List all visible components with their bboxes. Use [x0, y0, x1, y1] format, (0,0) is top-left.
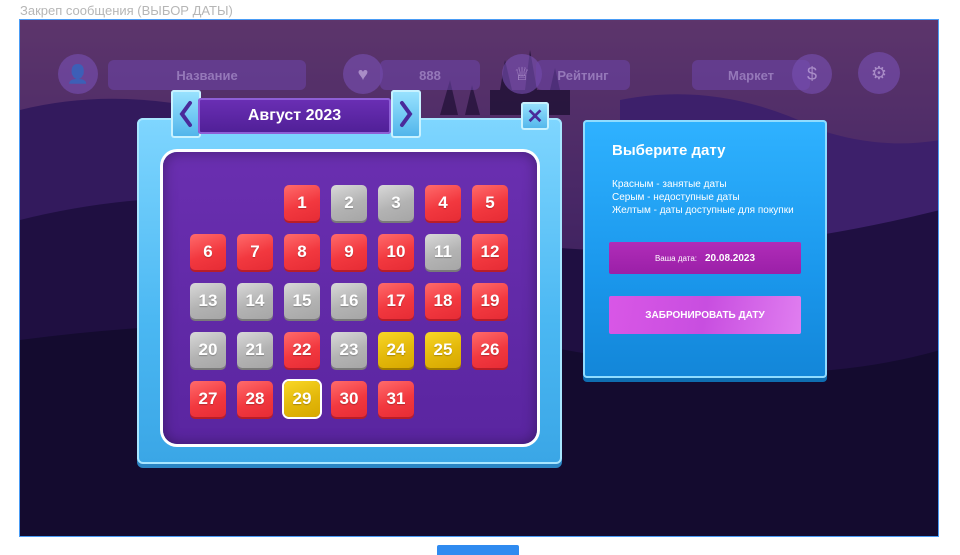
close-button[interactable]: ✕: [521, 102, 549, 130]
book-date-button[interactable]: ЗАБРОНИРОВАТЬ ДАТУ: [609, 296, 801, 334]
calendar-grid: 1 2 3 4 5 6 7 8 9 10 11 12 13 14 15 16 17 18 19 20 21 22 23 24 2…: [163, 152, 537, 444]
next-month-button[interactable]: [391, 90, 421, 138]
calendar-day[interactable]: 14: [237, 283, 273, 319]
calendar-day[interactable]: 24: [378, 332, 414, 368]
calendar-panel: 1 2 3 4 5 6 7 8 9 10 11 12 13 14 15 16 17 18 19 20 21 22 23 24 2…: [137, 118, 562, 464]
calendar-day[interactable]: 10: [378, 234, 414, 270]
calendar-day[interactable]: 11: [425, 234, 461, 270]
date-label: Ваша дата:: [654, 253, 697, 263]
calendar-day[interactable]: 12: [472, 234, 508, 270]
calendar-day[interactable]: 30: [331, 381, 367, 417]
dollar-icon: $: [792, 54, 832, 94]
calendar-day[interactable]: 27: [190, 381, 226, 417]
calendar-day[interactable]: 16: [331, 283, 367, 319]
legend-gray: Серым - недоступные даты: [612, 192, 740, 203]
calendar-day[interactable]: 5: [472, 185, 508, 221]
calendar-day[interactable]: 29: [284, 381, 320, 417]
info-panel: Выберите дату Красным - занятые даты Сер…: [583, 120, 827, 378]
month-title: Август 2023: [198, 98, 391, 134]
calendar-day[interactable]: 9: [331, 234, 367, 270]
calendar-day[interactable]: 18: [425, 283, 461, 319]
prev-month-button[interactable]: [171, 90, 201, 138]
legend: Красным - занятые даты Серым - недоступн…: [612, 178, 794, 217]
profile-icon: 👤: [58, 54, 98, 94]
calendar-day[interactable]: 31: [378, 381, 414, 417]
coin-icon: ♥: [343, 54, 383, 94]
calendar-day[interactable]: 15: [284, 283, 320, 319]
info-title: Выберите дату: [612, 142, 726, 159]
calendar-day[interactable]: 28: [237, 381, 273, 417]
calendar-day[interactable]: 4: [425, 185, 461, 221]
size-badge: [437, 545, 519, 555]
calendar-day[interactable]: 6: [190, 234, 226, 270]
frame-title: Закреп сообщения (ВЫБОР ДАТЫ): [20, 3, 233, 18]
calendar-day[interactable]: 7: [237, 234, 273, 270]
calendar-day[interactable]: 13: [190, 283, 226, 319]
game-screen: 👤 Название ♥ 888 ♕ Рейтинг Маркет $ ⚙ 12…: [19, 19, 939, 537]
chevron-left-icon: [179, 101, 192, 127]
calendar-day[interactable]: 26: [472, 332, 508, 368]
calendar-day[interactable]: 8: [284, 234, 320, 270]
chevron-right-icon: [400, 101, 413, 127]
calendar-day[interactable]: 1: [284, 185, 320, 221]
calendar-day[interactable]: 23: [331, 332, 367, 368]
date-value: 20.08.2023: [705, 252, 756, 264]
calendar-day[interactable]: 21: [237, 332, 273, 368]
settings-gear-icon: ⚙: [858, 52, 900, 94]
calendar-day[interactable]: 19: [472, 283, 508, 319]
legend-red: Красным - занятые даты: [612, 179, 727, 190]
calendar-day[interactable]: 17: [378, 283, 414, 319]
calendar-day[interactable]: 22: [284, 332, 320, 368]
calendar-day[interactable]: 3: [378, 185, 414, 221]
calendar-day[interactable]: 2: [331, 185, 367, 221]
bg-score-button: 888: [380, 60, 480, 90]
bg-name-button: Название: [108, 60, 306, 90]
close-icon: ✕: [526, 105, 544, 128]
calendar-day[interactable]: 25: [425, 332, 461, 368]
legend-yellow: Желтым - даты доступные для покупки: [612, 205, 794, 216]
calendar-day[interactable]: 20: [190, 332, 226, 368]
month-navigation: Август 2023: [171, 90, 422, 140]
selected-date-display: Ваша дата: 20.08.2023: [609, 242, 801, 274]
bg-rating-button: Рейтинг: [536, 60, 630, 90]
